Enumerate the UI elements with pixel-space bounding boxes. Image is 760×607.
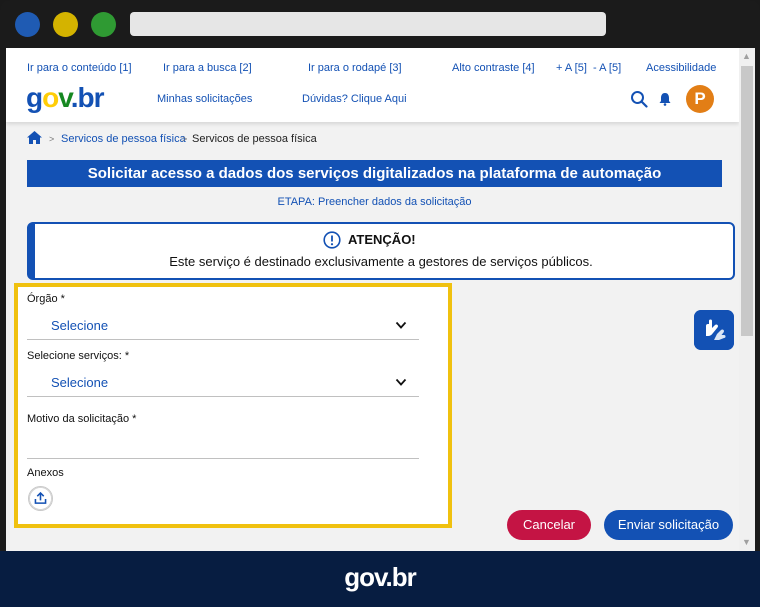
font-increase-link[interactable]: + A [5] <box>556 62 587 74</box>
breadcrumb-separator-icon: > <box>49 134 55 144</box>
search-icon[interactable] <box>630 90 648 108</box>
bell-icon[interactable] <box>658 92 672 106</box>
scroll-up-icon[interactable]: ▲ <box>742 51 751 61</box>
upload-icon[interactable] <box>28 486 53 511</box>
home-icon[interactable] <box>26 130 43 145</box>
footer-logo: gov.br <box>344 562 417 592</box>
servicos-select-value: Selecione <box>51 375 109 390</box>
chevron-down-icon <box>395 321 407 329</box>
scrollbar-thumb[interactable] <box>741 66 753 336</box>
logo-letter-g: g <box>26 82 43 113</box>
servicos-label: Selecione serviços: * <box>27 350 130 362</box>
browser-window: Ir para o conteúdo [1] Ir para a busca [… <box>0 0 760 607</box>
page-title: Solicitar acesso a dados dos serviços di… <box>27 160 722 187</box>
anexos-label: Anexos <box>27 467 64 479</box>
skip-to-search-link[interactable]: Ir para a busca [2] <box>163 62 252 74</box>
window-control-blue[interactable] <box>15 12 40 37</box>
address-bar[interactable] <box>130 12 606 36</box>
request-form: Órgão * Selecione Selecione serviços: * … <box>14 283 452 528</box>
attention-alert: ATENÇÃO! Este serviço é destinado exclus… <box>27 222 735 280</box>
motivo-textarea[interactable] <box>27 429 419 459</box>
breadcrumb-current: Servicos de pessoa física <box>192 133 317 145</box>
breadcrumb-link[interactable]: Servicos de pessoa física <box>61 133 186 145</box>
skip-to-footer-link[interactable]: Ir para o rodapé [3] <box>308 62 402 74</box>
alert-title: ATENÇÃO! <box>348 232 416 247</box>
orgao-label: Órgão * <box>27 293 65 305</box>
orgao-select[interactable]: Selecione <box>27 314 419 340</box>
high-contrast-link[interactable]: Alto contraste [4] <box>452 62 535 74</box>
nav-my-requests[interactable]: Minhas solicitações <box>157 93 252 105</box>
page-viewport: Ir para o conteúdo [1] Ir para a busca [… <box>6 48 755 551</box>
vertical-scrollbar[interactable]: ▲ ▼ <box>739 48 755 551</box>
nav-help[interactable]: Dúvidas? Clique Aqui <box>302 93 407 105</box>
sign-language-icon[interactable] <box>694 310 734 350</box>
font-decrease-link[interactable]: - A [5] <box>593 62 621 74</box>
motivo-label: Motivo da solicitação * <box>27 413 137 425</box>
breadcrumb-separator-icon: > <box>182 134 188 144</box>
accessibility-link[interactable]: Acessibilidade <box>646 62 716 74</box>
info-icon <box>323 231 341 249</box>
orgao-select-value: Selecione <box>51 318 109 333</box>
window-control-green[interactable] <box>91 12 116 37</box>
cancel-button[interactable]: Cancelar <box>507 510 591 540</box>
avatar[interactable]: P <box>686 85 714 113</box>
servicos-select[interactable]: Selecione <box>27 371 419 397</box>
chevron-down-icon <box>395 378 407 386</box>
site-header: Ir para o conteúdo [1] Ir para a busca [… <box>6 48 739 122</box>
scroll-down-icon[interactable]: ▼ <box>742 537 751 547</box>
alert-message: Este serviço é destinado exclusivamente … <box>169 254 593 269</box>
submit-request-button[interactable]: Enviar solicitação <box>604 510 733 540</box>
skip-to-content-link[interactable]: Ir para o conteúdo [1] <box>27 62 132 74</box>
window-control-yellow[interactable] <box>53 12 78 37</box>
site-footer: gov.br <box>0 551 760 607</box>
step-indicator: ETAPA: Preencher dados da solicitação <box>277 196 472 208</box>
logo-letter-v: v <box>58 82 71 113</box>
logo-letter-o: o <box>42 82 59 113</box>
logo-suffix-br: .br <box>70 82 105 113</box>
govbr-logo[interactable]: gov.br <box>26 82 104 114</box>
